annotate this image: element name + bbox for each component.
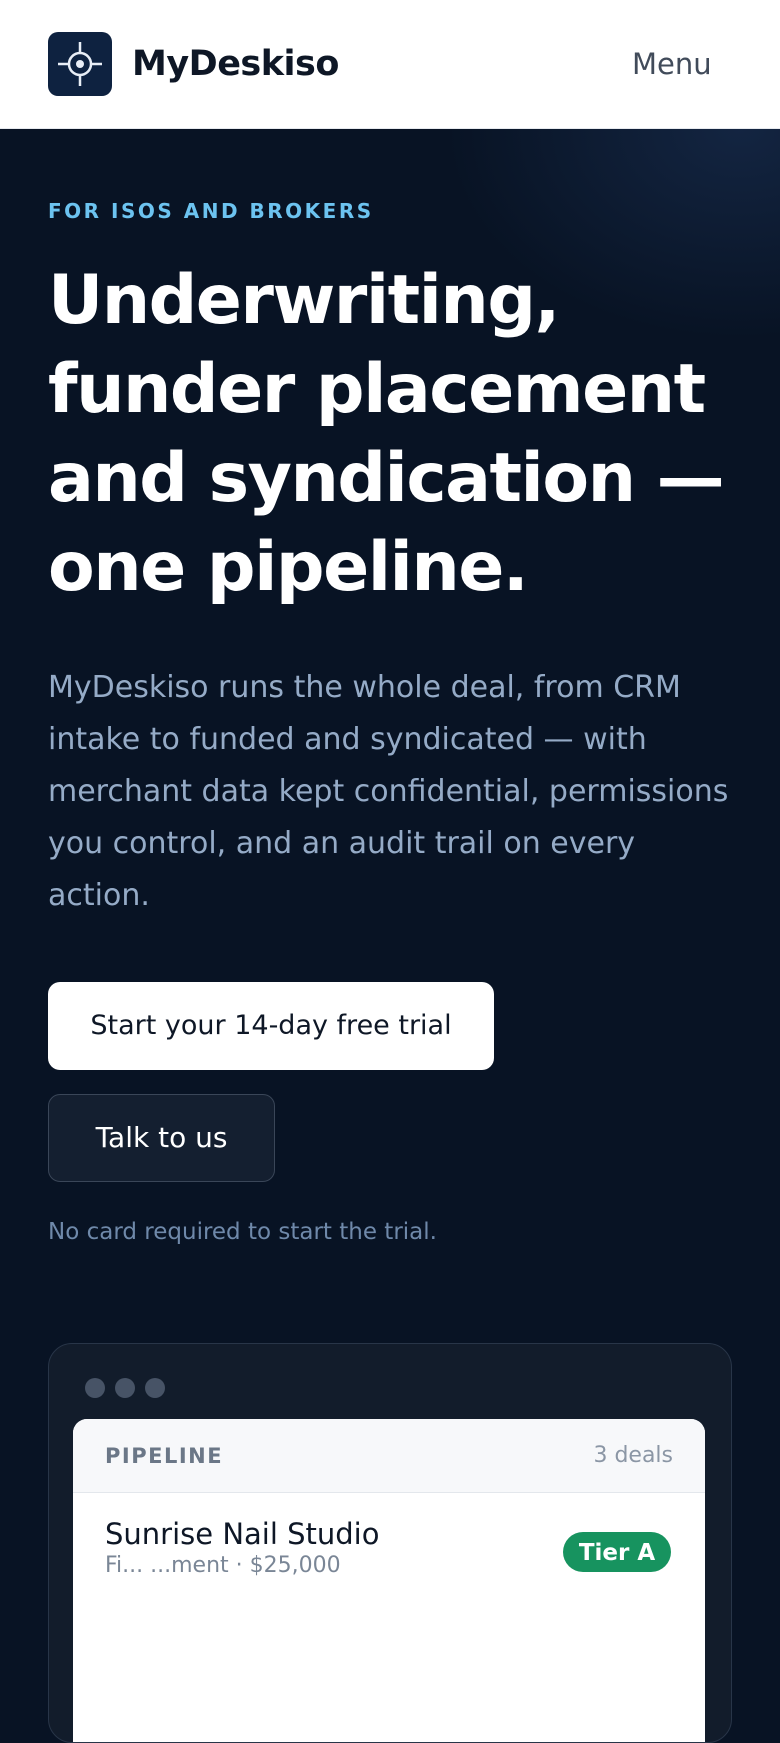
headline-line: funder placement	[48, 350, 706, 429]
hero-description: MyDeskiso runs the whole deal, from CRM …	[48, 662, 748, 922]
description-line: action.	[48, 878, 150, 913]
brand-logo[interactable]	[48, 32, 112, 96]
description-line: intake to funded and syndicated — with	[48, 722, 647, 757]
hero-eyebrow: FOR ISOS AND BROKERS	[48, 199, 374, 223]
pipeline-title: PIPELINE	[105, 1444, 224, 1468]
deal-subtitle: Fi... ...ment · $25,000	[105, 1553, 341, 1578]
window-dot	[85, 1378, 105, 1398]
description-line: MyDeskiso runs the whole deal, from CRM	[48, 670, 681, 705]
description-line: you control, and an audit trail on every	[48, 826, 636, 861]
headline-line: and syndication —	[48, 439, 725, 518]
description-line: merchant data kept confidential, permiss…	[48, 774, 729, 809]
talk-to-us-button[interactable]: Talk to us	[48, 1094, 275, 1182]
deal-name[interactable]: Sunrise Nail Studio	[105, 1515, 379, 1553]
hero-headline: Underwriting, funder placement and syndi…	[48, 256, 748, 612]
headline-line: one pipeline.	[48, 528, 529, 607]
window-dot	[115, 1378, 135, 1398]
menu-button[interactable]: Menu	[632, 44, 712, 84]
trial-note: No card required to start the trial.	[48, 1219, 437, 1245]
headline-line: Underwriting,	[48, 261, 560, 340]
deal-count: 3 deals	[593, 1443, 673, 1468]
site-header: MyDeskiso Menu	[0, 0, 780, 129]
app-preview-window: PIPELINE 3 deals Sunrise Nail Studio Fi.…	[48, 1343, 732, 1743]
pipeline-header: PIPELINE 3 deals	[73, 1419, 705, 1493]
window-dot	[145, 1378, 165, 1398]
start-trial-button[interactable]: Start your 14-day free trial	[48, 982, 494, 1070]
brand-name[interactable]: MyDeskiso	[132, 40, 339, 88]
pipeline-panel: PIPELINE 3 deals Sunrise Nail Studio Fi.…	[73, 1419, 705, 1742]
tier-badge: Tier A	[563, 1532, 671, 1572]
crosshair-icon	[58, 42, 102, 86]
